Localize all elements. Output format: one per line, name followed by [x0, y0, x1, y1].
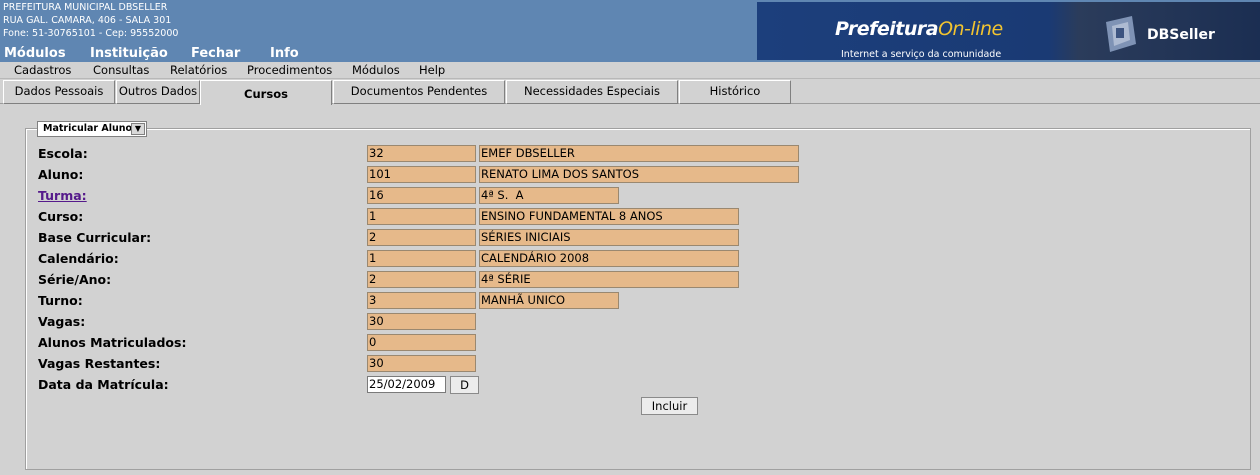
vagas-restantes-field[interactable]: 30	[367, 355, 476, 372]
aluno-name-field[interactable]: RENATO LIMA DOS SANTOS	[479, 166, 799, 183]
tab-dados-pessoais[interactable]: Dados Pessoais	[3, 80, 115, 104]
label-curso: Curso:	[38, 209, 84, 224]
label-vagas: Vagas:	[38, 314, 86, 329]
turno-code-field[interactable]: 3	[367, 292, 476, 309]
label-alunos-matriculados: Alunos Matriculados:	[38, 335, 187, 350]
turno-name-field[interactable]: MANHÃ UNICO	[479, 292, 619, 309]
alunos-matriculados-field[interactable]: 0	[367, 334, 476, 351]
banner-brand: Prefeitura	[835, 18, 939, 40]
curso-name-field[interactable]: ENSINO FUNDAMENTAL 8 ANOS	[479, 208, 739, 225]
menu-cadastros[interactable]: Cadastros	[14, 63, 71, 77]
menu-relatorios[interactable]: Relatórios	[170, 63, 227, 77]
label-data-matricula: Data da Matrícula:	[38, 377, 169, 392]
menu-help[interactable]: Help	[419, 63, 445, 77]
date-picker-button[interactable]: D	[450, 376, 479, 394]
label-calendario: Calendário:	[38, 251, 119, 266]
top-menu-info[interactable]: Info	[270, 46, 299, 61]
label-aluno: Aluno:	[38, 167, 84, 182]
top-menu-fechar[interactable]: Fechar	[191, 46, 240, 61]
banner: PrefeituraOn-line Internet a serviço da …	[757, 2, 1260, 60]
escola-name-field[interactable]: EMEF DBSELLER	[479, 145, 799, 162]
turma-name-field[interactable]: 4ª S. A	[479, 187, 619, 204]
tab-cursos[interactable]: Cursos	[200, 80, 332, 105]
label-escola: Escola:	[38, 146, 88, 161]
label-turno: Turno:	[38, 293, 83, 308]
org-name: PREFEITURA MUNICIPAL DBSELLER	[3, 2, 168, 13]
banner-logo: PrefeituraOn-line	[835, 18, 1003, 40]
turma-link[interactable]: Turma:	[38, 188, 87, 203]
menu-procedimentos[interactable]: Procedimentos	[247, 63, 332, 77]
menu-consultas[interactable]: Consultas	[93, 63, 149, 77]
base-curricular-name-field[interactable]: SÉRIES INICIAIS	[479, 229, 739, 246]
curso-code-field[interactable]: 1	[367, 208, 476, 225]
label-vagas-restantes: Vagas Restantes:	[38, 356, 161, 371]
banner-brand-accent: On-line	[938, 18, 1003, 40]
banner-tagline: Internet a serviço da comunidade	[841, 49, 1002, 60]
label-serie-ano: Série/Ano:	[38, 272, 112, 287]
base-curricular-code-field[interactable]: 2	[367, 229, 476, 246]
incluir-button[interactable]: Incluir	[641, 397, 698, 415]
serie-name-field[interactable]: 4ª SÉRIE	[479, 271, 739, 288]
action-select-value: Matricular Aluno	[43, 123, 133, 134]
serie-code-field[interactable]: 2	[367, 271, 476, 288]
org-phone: Fone: 51-30765101 - Cep: 95552000	[3, 28, 179, 39]
calendario-code-field[interactable]: 1	[367, 250, 476, 267]
tab-historico[interactable]: Histórico	[679, 80, 791, 104]
tab-outros-dados[interactable]: Outros Dados	[116, 80, 200, 104]
chevron-down-icon[interactable]: ▼	[131, 123, 145, 135]
aluno-code-field[interactable]: 101	[367, 166, 476, 183]
vagas-field[interactable]: 30	[367, 313, 476, 330]
turma-code-field[interactable]: 16	[367, 187, 476, 204]
tab-documentos-pendentes[interactable]: Documentos Pendentes	[333, 80, 505, 104]
org-address: RUA GAL. CAMARA, 406 - SALA 301	[3, 15, 172, 26]
escola-code-field[interactable]: 32	[367, 145, 476, 162]
tab-necessidades-especiais[interactable]: Necessidades Especiais	[506, 80, 678, 104]
label-base-curricular: Base Curricular:	[38, 230, 152, 245]
top-menu-instituicao[interactable]: Instituição	[90, 46, 168, 61]
action-select[interactable]: Matricular Aluno ▼	[37, 121, 147, 137]
data-matricula-input[interactable]: 25/02/2009	[367, 376, 446, 393]
calendario-name-field[interactable]: CALENDÁRIO 2008	[479, 250, 739, 267]
app-header: PREFEITURA MUNICIPAL DBSELLER RUA GAL. C…	[0, 0, 1260, 62]
menu-modulos[interactable]: Módulos	[352, 63, 400, 77]
banner-company: DBSeller	[1147, 27, 1215, 43]
top-menu-modulos[interactable]: Módulos	[4, 46, 66, 61]
org-info: PREFEITURA MUNICIPAL DBSELLER RUA GAL. C…	[3, 1, 178, 40]
menu-bar: Cadastros Consultas Relatórios Procedime…	[0, 62, 1260, 79]
dbseller-logo-icon	[1106, 16, 1136, 52]
